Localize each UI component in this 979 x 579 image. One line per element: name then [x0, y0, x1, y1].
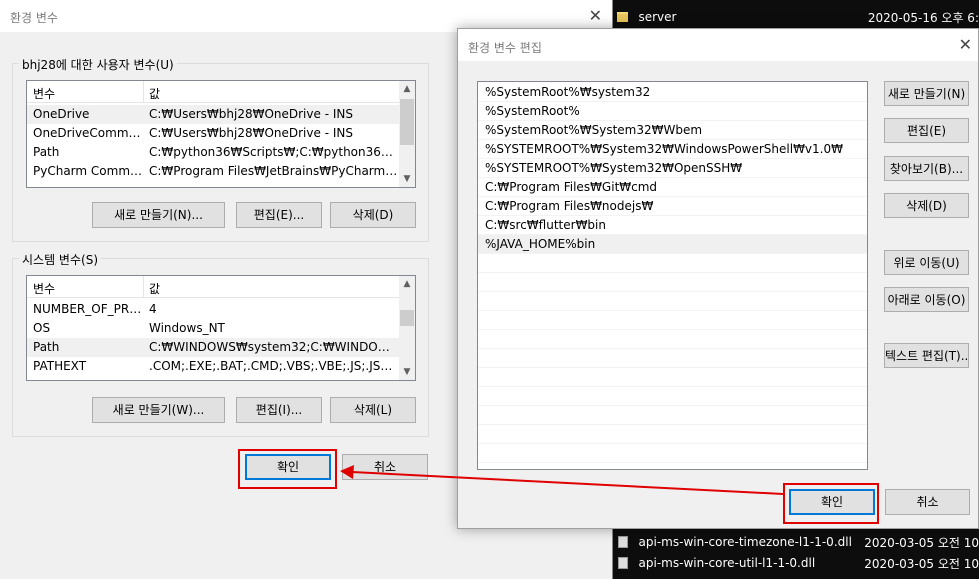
path-entry[interactable]: %SYSTEMROOT%₩System32₩WindowsPowerShell₩… [478, 140, 867, 159]
list-item[interactable]: Path C:₩python36₩Scripts₩;C:₩python36₩;C… [27, 143, 399, 162]
empty-path-slot[interactable] [478, 311, 867, 330]
path-entry[interactable]: %SYSTEMROOT%₩System32₩OpenSSH₩ [478, 159, 867, 178]
edit-cancel-button[interactable]: 취소 [885, 489, 970, 515]
edit-text-button[interactable]: 텍스트 편집(T)... [884, 343, 969, 368]
column-header-value[interactable]: 값 [149, 280, 160, 297]
user-new-button[interactable]: 새로 만들기(N)... [92, 202, 225, 228]
file-date: 2020-05-16 오후 6: [867, 10, 979, 25]
path-entry[interactable]: C:₩src₩flutter₩bin [478, 216, 867, 235]
list-item[interactable]: OneDriveCommer... C:₩Users₩bhj28₩OneDriv… [27, 124, 399, 143]
path-entry-text: %SystemRoot%₩System32₩Wbem [485, 123, 703, 137]
delete-path-button[interactable]: 삭제(D) [884, 193, 969, 218]
system-variables-label: 시스템 변수(S) [19, 251, 101, 268]
path-entry-text: %JAVA_HOME%bin [485, 237, 596, 251]
dll-file-icon [618, 536, 628, 548]
path-entry[interactable]: C:₩Program Files₩nodejs₩ [478, 197, 867, 216]
list-item[interactable]: PyCharm Commu... C:₩Program Files₩JetBra… [27, 162, 399, 181]
dialog-title: 환경 변수 편집 [468, 41, 542, 55]
scroll-up-icon[interactable]: ▲ [399, 276, 415, 292]
empty-path-slot[interactable] [478, 273, 867, 292]
ok-button-highlight [238, 449, 337, 489]
user-variables-label: bhj28에 대한 사용자 변수(U) [19, 56, 177, 73]
empty-path-slot[interactable] [478, 254, 867, 273]
browse-button[interactable]: 찾아보기(B)... [884, 156, 969, 181]
scroll-down-icon[interactable]: ▼ [399, 171, 415, 187]
file-row[interactable]: server 2020-05-16 오후 6: [613, 6, 979, 28]
list-header: 변수 값 [27, 81, 399, 103]
move-up-button[interactable]: 위로 이동(U) [884, 250, 969, 275]
dll-file-icon [618, 557, 628, 569]
empty-path-slot[interactable] [478, 330, 867, 349]
user-delete-button[interactable]: 삭제(D) [330, 202, 416, 228]
edit-path-button[interactable]: 편집(E) [884, 118, 969, 143]
file-date: 2020-03-05 오전 10 [864, 535, 979, 550]
cancel-button[interactable]: 취소 [342, 454, 428, 480]
path-entry-text: C:₩Program Files₩Git₩cmd [485, 180, 658, 194]
list-item[interactable]: NUMBER_OF_PRO... 4 [27, 300, 399, 319]
file-name: server [638, 10, 677, 24]
file-row[interactable]: api-ms-win-core-timezone-l1-1-0.dll 2020… [613, 531, 979, 553]
column-header-variable[interactable]: 변수 [33, 280, 55, 297]
close-icon[interactable]: ✕ [959, 35, 972, 54]
file-row[interactable]: api-ms-win-core-util-l1-1-0.dll 2020-03-… [613, 552, 979, 574]
path-entry-text: %SYSTEMROOT%₩System32₩WindowsPowerShell₩… [485, 142, 843, 156]
path-entry-text: %SYSTEMROOT%₩System32₩OpenSSH₩ [485, 161, 743, 175]
user-variables-list[interactable]: 변수 값 OneDrive C:₩Users₩bhj28₩OneDrive - … [26, 80, 416, 188]
list-item[interactable]: Path C:₩WINDOWS₩system32;C:₩WINDOWS;C... [27, 338, 399, 357]
scroll-up-icon[interactable]: ▲ [399, 81, 415, 97]
edit-ok-button-highlight [783, 483, 879, 524]
edit-environment-variable-dialog: 환경 변수 편집 ✕ %SystemRoot%₩system32 %SystemR… [457, 28, 979, 529]
list-item[interactable]: OS Windows_NT [27, 319, 399, 338]
user-edit-button[interactable]: 편집(E)... [236, 202, 322, 228]
path-entry[interactable]: %SystemRoot% [478, 102, 867, 121]
column-header-variable[interactable]: 변수 [33, 85, 55, 102]
list-item[interactable]: OneDrive C:₩Users₩bhj28₩OneDrive - INS [27, 105, 399, 124]
list-header: 변수 값 [27, 276, 399, 298]
path-entry[interactable]: C:₩Program Files₩Git₩cmd [478, 178, 867, 197]
system-edit-button[interactable]: 편집(I)... [236, 397, 322, 423]
path-entries-list[interactable]: %SystemRoot%₩system32 %SystemRoot% %System… [477, 81, 868, 470]
path-entry[interactable]: %JAVA_HOME%bin [478, 235, 867, 254]
path-entry-text: %SystemRoot%₩system32 [485, 85, 651, 99]
dialog-title-bar: 환경 변수 편집 ✕ [458, 29, 978, 61]
empty-path-slot[interactable] [478, 368, 867, 387]
file-name: api-ms-win-core-util-l1-1-0.dll [638, 556, 816, 570]
empty-path-slot[interactable] [478, 349, 867, 368]
empty-path-slot[interactable] [478, 406, 867, 425]
file-name: api-ms-win-core-timezone-l1-1-0.dll [638, 535, 852, 549]
system-new-button[interactable]: 새로 만들기(W)... [92, 397, 225, 423]
empty-path-slot[interactable] [478, 387, 867, 406]
system-delete-button[interactable]: 삭제(L) [330, 397, 416, 423]
file-date: 2020-03-05 오전 10 [864, 556, 979, 571]
path-entry-text: C:₩Program Files₩nodejs₩ [485, 199, 654, 213]
empty-path-slot[interactable] [478, 444, 867, 463]
list-item[interactable]: PATHEXT .COM;.EXE;.BAT;.CMD;.VBS;.VBE;.J… [27, 357, 399, 376]
path-entry-text: C:₩src₩flutter₩bin [485, 218, 606, 232]
empty-path-slot[interactable] [478, 292, 867, 311]
folder-icon [617, 12, 629, 22]
path-entry[interactable]: %SystemRoot%₩system32 [478, 83, 867, 102]
new-path-button[interactable]: 새로 만들기(N) [884, 81, 969, 106]
scrollbar-thumb[interactable] [400, 310, 414, 326]
vertical-scrollbar[interactable]: ▲ ▼ [399, 276, 415, 380]
scroll-down-icon[interactable]: ▼ [399, 364, 415, 380]
close-icon[interactable]: ✕ [589, 6, 602, 25]
move-down-button[interactable]: 아래로 이동(O) [884, 287, 969, 312]
path-entry[interactable]: %SystemRoot%₩System32₩Wbem [478, 121, 867, 140]
vertical-scrollbar[interactable]: ▲ ▼ [399, 81, 415, 187]
path-entry-text: %SystemRoot% [485, 104, 580, 118]
system-variables-list[interactable]: 변수 값 NUMBER_OF_PRO... 4 OS Windows_NT Pa… [26, 275, 416, 381]
dialog-title: 환경 변수 [10, 11, 58, 25]
column-header-value[interactable]: 값 [149, 85, 160, 102]
scrollbar-thumb[interactable] [400, 99, 414, 145]
empty-path-slot[interactable] [478, 425, 867, 444]
